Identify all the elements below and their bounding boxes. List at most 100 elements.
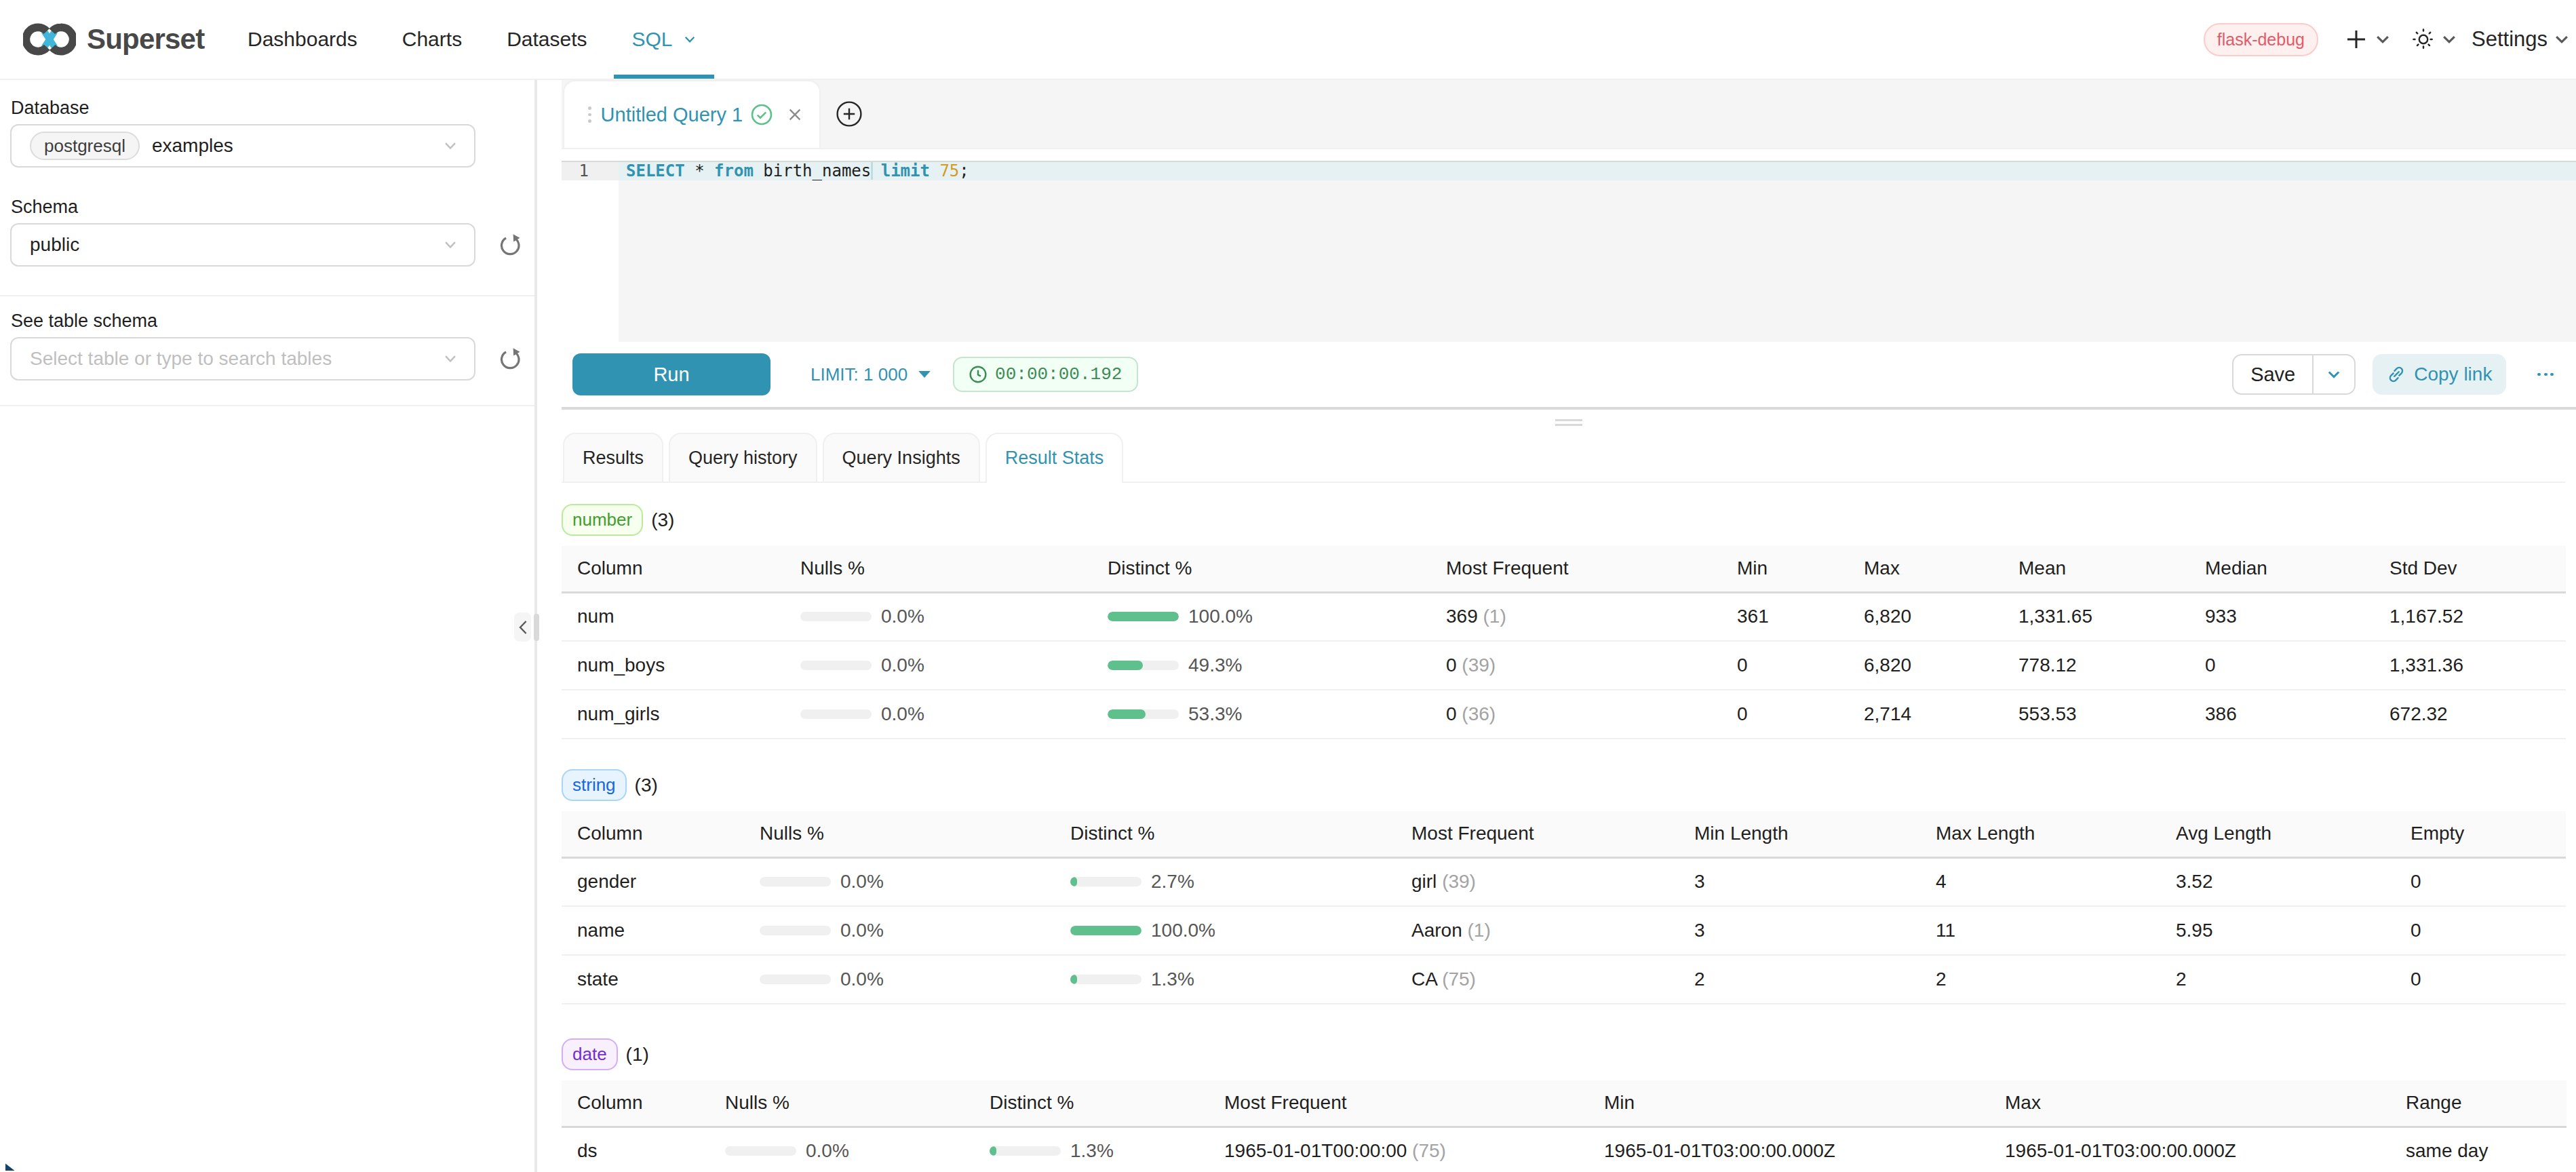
cell-value: gender [562, 857, 744, 906]
sql-editor[interactable]: 1 SELECT * from birth_names limit 75; [562, 161, 2576, 342]
col-header: Range [2390, 1080, 2567, 1127]
caret-down-icon [918, 370, 931, 379]
cell-value: 0 [2395, 857, 2566, 906]
type-badge: string [562, 769, 627, 801]
database-value: examples [152, 135, 233, 157]
query-tab-strip: Untitled Query 1 [562, 80, 2576, 149]
cell-value: num_boys [562, 641, 785, 690]
sidebar-divider [0, 295, 534, 296]
tab-result-stats[interactable]: Result Stats [985, 433, 1124, 482]
table-row: ds0.0%1.3%1965-01-01T00:00:00 (75)1965-0… [562, 1127, 2567, 1172]
pct-bar [760, 975, 831, 984]
cell-value: 3.52 [2160, 857, 2395, 906]
pane-drag-handle-icon[interactable] [1555, 419, 1582, 426]
freq-value: 369 [1446, 606, 1478, 627]
pct-bar [990, 1146, 1061, 1156]
sidebar-resize-grip[interactable] [534, 614, 539, 641]
tab-results[interactable]: Results [563, 433, 663, 482]
new-item-button[interactable] [2345, 28, 2392, 50]
refresh-schemas-icon[interactable] [499, 233, 522, 256]
cell-value: 1,167.52 [2374, 592, 2566, 641]
nav-datasets[interactable]: Datasets [484, 0, 609, 79]
col-header: Median [2189, 546, 2374, 592]
freq-value: 1965-01-01T00:00:00 [1224, 1140, 1407, 1161]
col-header: Min Length [1679, 811, 1920, 857]
pct-bar [760, 877, 831, 886]
sql-toolbar: Run LIMIT: 1 000 00:00:00.192 Save [562, 342, 2576, 410]
refresh-tables-icon[interactable] [499, 347, 522, 370]
col-header: Column [562, 546, 785, 592]
table-schema-label: See table schema [11, 312, 534, 330]
pct-bar [1108, 709, 1179, 719]
main-nav: Dashboards Charts Datasets SQL [225, 0, 718, 79]
col-header: Most Frequent [1209, 1080, 1588, 1127]
tab-query-insights[interactable]: Query Insights [823, 433, 980, 482]
save-options-button[interactable] [2312, 355, 2354, 393]
add-tab-button[interactable] [836, 80, 863, 148]
sidebar-divider-2 [0, 405, 534, 406]
cell-value: 0 [1721, 690, 1848, 739]
collapse-sidebar-button[interactable] [514, 612, 531, 642]
col-header: Min [1588, 1080, 1989, 1127]
freq-value: 0 [1446, 655, 1457, 676]
cell-value: 4 [1920, 857, 2160, 906]
col-header: Min [1721, 546, 1848, 592]
drag-handle-icon[interactable] [588, 106, 591, 123]
result-tab-strip: Results Query history Query Insights Res… [562, 433, 2565, 483]
save-button[interactable]: Save [2233, 355, 2312, 393]
navbar: Superset Dashboards Charts Datasets SQL … [0, 0, 2576, 80]
cell-value: 2 [2160, 955, 2395, 1004]
table-select[interactable]: Select table or type to search tables [10, 337, 475, 380]
database-select[interactable]: postgresql examples [10, 124, 475, 168]
pct-bar [1108, 661, 1179, 670]
cell-value: 0 [2395, 906, 2566, 955]
table-row: gender0.0%2.7%girl (39)343.520 [562, 857, 2566, 906]
mouse-cursor [5, 1163, 16, 1171]
cell-value: 361 [1721, 592, 1848, 641]
pct-bar [725, 1146, 796, 1156]
cell-value: 2 [1679, 955, 1920, 1004]
settings-menu[interactable]: Settings [2472, 27, 2571, 52]
pct-bar [1070, 926, 1141, 935]
column-count: (3) [635, 775, 658, 796]
query-tab-title: Untitled Query 1 [601, 104, 743, 126]
chevron-down-icon [684, 33, 696, 45]
query-tab[interactable]: Untitled Query 1 [563, 80, 821, 148]
pct-bar [800, 612, 872, 621]
cell-value: 386 [2189, 690, 2374, 739]
pct-bar [800, 709, 872, 719]
pct-bar [1108, 612, 1179, 621]
link-icon [2387, 365, 2406, 384]
tab-query-history[interactable]: Query history [669, 433, 817, 482]
freq-count: (36) [1462, 703, 1496, 724]
table-row: num0.0%100.0%369 (1)3616,8201,331.659331… [562, 592, 2566, 641]
chevron-down-icon [2326, 366, 2342, 383]
nav-charts[interactable]: Charts [380, 0, 484, 79]
cell-value: ds [562, 1127, 709, 1172]
nav-dashboards[interactable]: Dashboards [225, 0, 380, 79]
col-header: Column [562, 811, 744, 857]
col-header: Nulls % [785, 546, 1092, 592]
copy-link-button[interactable]: Copy link [2373, 354, 2506, 395]
chevron-down-icon [2374, 31, 2392, 48]
schema-select[interactable]: public [10, 223, 475, 267]
col-header: Distinct % [974, 1080, 1209, 1127]
schema-label: Schema [11, 198, 534, 216]
column-count: (1) [626, 1044, 649, 1066]
cell-value: 1,331.36 [2374, 641, 2566, 690]
brand[interactable]: Superset [0, 21, 225, 58]
limit-dropdown[interactable]: LIMIT: 1 000 [811, 364, 931, 385]
theme-toggle[interactable] [2412, 28, 2458, 51]
table-select-placeholder: Select table or type to search tables [30, 348, 332, 370]
more-options-button[interactable] [2537, 373, 2554, 376]
cell-value: 1,331.65 [2003, 592, 2189, 641]
close-tab-icon[interactable] [787, 107, 802, 122]
run-button[interactable]: Run [572, 353, 770, 395]
chevron-down-icon [442, 137, 459, 155]
stats-section-string: string(3)ColumnNulls %Distinct %Most Fre… [562, 769, 2565, 1004]
cell-value: 1965-01-01T03:00:00.000Z [1588, 1127, 1989, 1172]
plus-icon [2345, 28, 2367, 50]
col-header: Mean [2003, 546, 2189, 592]
freq-value: 0 [1446, 703, 1457, 724]
nav-sql[interactable]: SQL [610, 0, 718, 79]
